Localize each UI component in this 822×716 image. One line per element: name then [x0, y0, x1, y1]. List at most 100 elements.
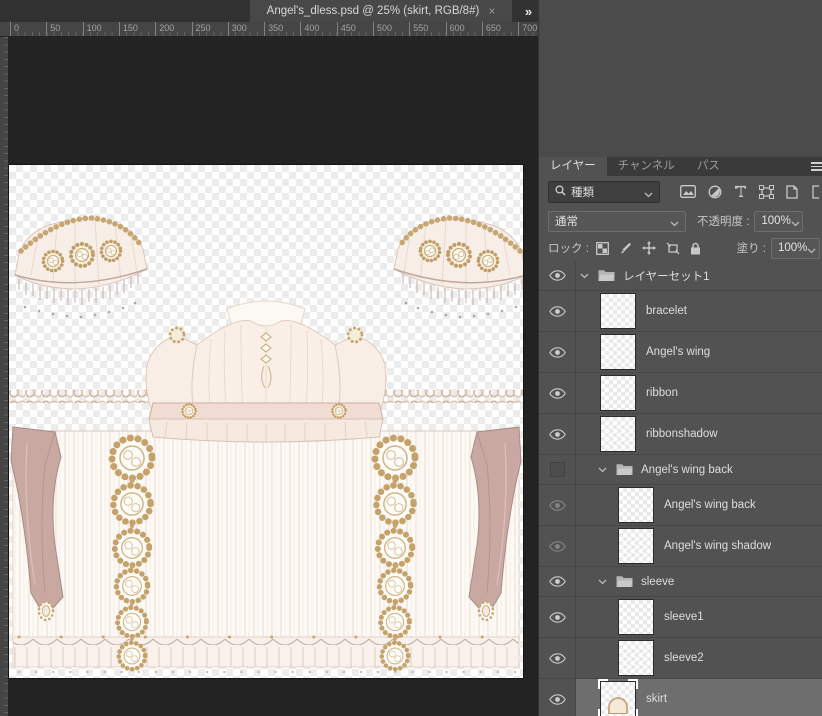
layers-panel: 種類 通常 不透明度: 100% ロック: 塗り: 100% レイヤーセッ… — [539, 176, 822, 716]
lock-artboard-nesting-icon[interactable] — [666, 242, 680, 255]
layer-thumbnail[interactable] — [616, 597, 656, 637]
layer-thumbnail[interactable] — [616, 526, 656, 566]
layer-row[interactable]: ribbon — [539, 373, 822, 414]
pasteboard — [9, 37, 538, 716]
layer-row[interactable]: sleeve1 — [539, 597, 822, 638]
panel-tab-paths[interactable]: パス — [686, 157, 731, 176]
expand-chevron-icon[interactable] — [598, 579, 608, 585]
layer-name[interactable]: Angel's wing back — [664, 499, 756, 511]
layer-row[interactable]: sleeve2 — [539, 638, 822, 679]
panel-menu-icon[interactable] — [811, 157, 822, 176]
layer-name[interactable]: ribbonshadow — [646, 428, 718, 440]
layer-name[interactable]: ribbon — [646, 387, 678, 399]
layer-row[interactable]: bracelet — [539, 291, 822, 332]
panel-tabs: レイヤー チャンネル パス — [539, 157, 822, 176]
lock-position-icon[interactable] — [641, 241, 656, 255]
layer-name[interactable]: Angel's wing shadow — [664, 540, 771, 552]
ruler-label: 50 — [46, 22, 60, 36]
filter-kind-select[interactable]: 種類 — [548, 180, 660, 203]
expand-chevron-icon[interactable] — [580, 273, 590, 279]
layer-group-row[interactable]: sleeve — [539, 567, 822, 597]
ruler-label: 450 — [336, 22, 356, 36]
eye-icon[interactable] — [539, 638, 576, 678]
layer-thumbnail[interactable] — [598, 679, 638, 716]
filter-kind-value: 種類 — [571, 186, 594, 199]
layer-row[interactable]: Angel's wing shadow — [539, 526, 822, 567]
eye-icon[interactable] — [539, 261, 576, 290]
panel-tab-layers[interactable]: レイヤー — [539, 157, 607, 176]
close-tab-icon[interactable]: × — [488, 4, 495, 18]
eye-icon[interactable] — [539, 332, 576, 372]
document-tab-title: Angel's_dless.psd @ 25% (skirt, RGB/8#) — [266, 5, 480, 17]
layer-row[interactable]: Angel's wing — [539, 332, 822, 373]
filter-pixel-layers-icon[interactable] — [680, 185, 696, 198]
eye-icon[interactable] — [539, 597, 576, 637]
ruler-label: 200 — [155, 22, 174, 36]
right-panel: レイヤー チャンネル パス 種類 通常 不透明度: 100% ロック: 塗り… — [538, 0, 822, 716]
layer-thumbnail[interactable] — [616, 638, 656, 678]
filter-type-layers-icon[interactable] — [734, 185, 747, 198]
lock-buttons — [595, 241, 701, 255]
chevron-down-icon — [644, 189, 653, 197]
layer-thumbnail[interactable] — [616, 485, 656, 525]
layer-thumbnail[interactable] — [598, 332, 638, 372]
chevron-down-icon — [670, 218, 679, 227]
visibility-toggle-empty[interactable] — [539, 455, 576, 484]
ruler-label: 700 — [518, 22, 537, 36]
eye-icon[interactable] — [539, 567, 576, 596]
layer-group-row[interactable]: レイヤーセット1 — [539, 261, 822, 291]
layer-name[interactable]: レイヤーセット1 — [623, 268, 710, 284]
document-area: Angel's_dless.psd @ 25% (skirt, RGB/8#) … — [0, 0, 538, 716]
layer-name[interactable]: Angel's wing back — [641, 464, 733, 476]
document-tab[interactable]: Angel's_dless.psd @ 25% (skirt, RGB/8#) … — [250, 0, 512, 22]
opacity-value-box[interactable]: 100% — [754, 210, 804, 232]
eye-icon[interactable] — [539, 485, 576, 525]
layer-name[interactable]: Angel's wing — [646, 346, 710, 358]
ruler-label: 300 — [227, 22, 247, 36]
layer-group-row[interactable]: Angel's wing back — [539, 455, 822, 485]
filter-shape-layers-icon[interactable] — [759, 184, 774, 199]
chevron-down-icon — [807, 245, 816, 254]
layer-name[interactable]: bracelet — [646, 305, 687, 317]
layer-name[interactable]: skirt — [646, 693, 667, 705]
fill-value-box[interactable]: 100% — [771, 237, 820, 259]
layer-thumbnail[interactable] — [598, 414, 638, 454]
lock-all-icon[interactable] — [690, 242, 701, 255]
layer-row[interactable]: skirt — [539, 679, 822, 716]
ruler-label: 150 — [118, 22, 138, 36]
eye-icon[interactable] — [539, 526, 576, 566]
panel-tab-channels[interactable]: チャンネル — [607, 157, 686, 176]
tab-overflow-chevron-icon[interactable]: » — [519, 0, 538, 22]
layer-row[interactable]: Angel's wing back — [539, 485, 822, 526]
opacity-value: 100% — [761, 215, 791, 227]
folder-icon — [616, 463, 633, 476]
layer-list: レイヤーセット1 bracelet Angel's wing ribbon ribbon… — [539, 261, 822, 716]
filter-clipped-icon[interactable] — [812, 184, 819, 199]
ruler-label: 250 — [191, 22, 211, 36]
skirt-thumbnail-art — [608, 697, 628, 714]
eye-icon[interactable] — [539, 291, 576, 331]
ruler-label: 500 — [373, 22, 392, 36]
layer-name[interactable]: sleeve2 — [664, 652, 704, 664]
layer-name[interactable]: sleeve — [641, 576, 674, 588]
layer-thumbnail[interactable] — [598, 291, 638, 331]
blend-mode-select[interactable]: 通常 — [548, 210, 686, 232]
layer-row[interactable]: ribbonshadow — [539, 414, 822, 455]
eye-icon[interactable] — [539, 679, 576, 716]
layer-name[interactable]: sleeve1 — [664, 611, 704, 623]
lock-image-pixels-icon[interactable] — [619, 242, 632, 255]
filter-type-buttons — [680, 184, 819, 199]
filter-smart-objects-icon[interactable] — [786, 184, 798, 199]
eye-icon[interactable] — [539, 373, 576, 413]
lock-transparent-pixels-icon[interactable] — [595, 241, 609, 255]
ruler-label: 400 — [300, 22, 319, 36]
canvas[interactable] — [9, 165, 523, 678]
layer-filter-row: 種類 — [539, 176, 822, 207]
ruler-label: 600 — [445, 22, 465, 36]
document-tabbar: Angel's_dless.psd @ 25% (skirt, RGB/8#) … — [0, 0, 538, 22]
filter-adjustment-layers-icon[interactable] — [708, 185, 722, 199]
layer-thumbnail[interactable] — [598, 373, 638, 413]
eye-icon[interactable] — [539, 414, 576, 454]
expand-chevron-icon[interactable] — [598, 467, 608, 473]
opacity-label: 不透明度 : — [697, 216, 750, 228]
